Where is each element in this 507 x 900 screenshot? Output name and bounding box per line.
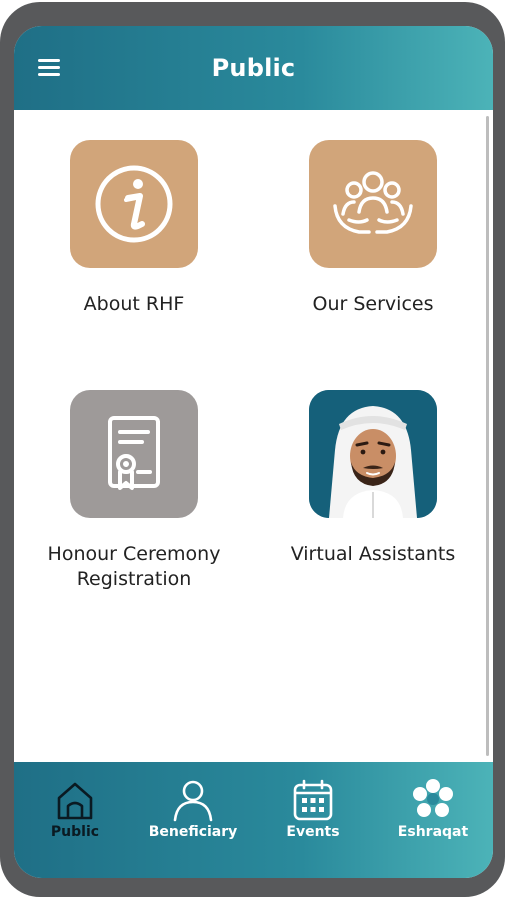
page-title: Public: [211, 54, 296, 82]
info-icon: [70, 140, 198, 268]
tab-events[interactable]: Events: [258, 778, 368, 840]
app-header: Public: [14, 26, 493, 110]
tab-label: Beneficiary: [148, 824, 238, 840]
tile-label: About RHF: [83, 293, 185, 315]
tab-beneficiary[interactable]: Beneficiary: [138, 778, 248, 840]
people-in-hands-icon: [309, 140, 437, 268]
tile-honour-ceremony-registration[interactable]: Honour Ceremony Registration: [34, 390, 234, 592]
tile-label: Honour Ceremony Registration: [47, 543, 221, 590]
calendar-icon: [291, 778, 335, 822]
scrollbar[interactable]: [486, 116, 489, 756]
certificate-icon: [70, 390, 198, 518]
tab-label: Public: [50, 824, 100, 840]
tile-our-services[interactable]: Our Services: [273, 140, 473, 317]
bottom-tab-bar: Public Beneficiary Events Eshraqat: [14, 762, 493, 878]
tile-label: Virtual Assistants: [290, 543, 456, 565]
main-content: About RHF Our Services Honour Ceremony R…: [14, 110, 493, 760]
tab-label: Eshraqat: [397, 824, 469, 840]
tab-label: Events: [286, 824, 340, 840]
app-screen: Public About RHF Our Services Honour Cer…: [14, 26, 493, 878]
assistant-avatar-icon: [309, 390, 437, 518]
tile-virtual-assistants[interactable]: Virtual Assistants: [273, 390, 473, 567]
flower-icon: [411, 778, 455, 822]
tab-eshraqat[interactable]: Eshraqat: [378, 778, 488, 840]
tab-public[interactable]: Public: [20, 778, 130, 840]
person-icon: [171, 778, 215, 822]
home-icon: [53, 778, 97, 822]
tile-label: Our Services: [312, 293, 434, 315]
tile-about-rhf[interactable]: About RHF: [34, 140, 234, 317]
device-frame: Public About RHF Our Services Honour Cer…: [0, 2, 505, 897]
